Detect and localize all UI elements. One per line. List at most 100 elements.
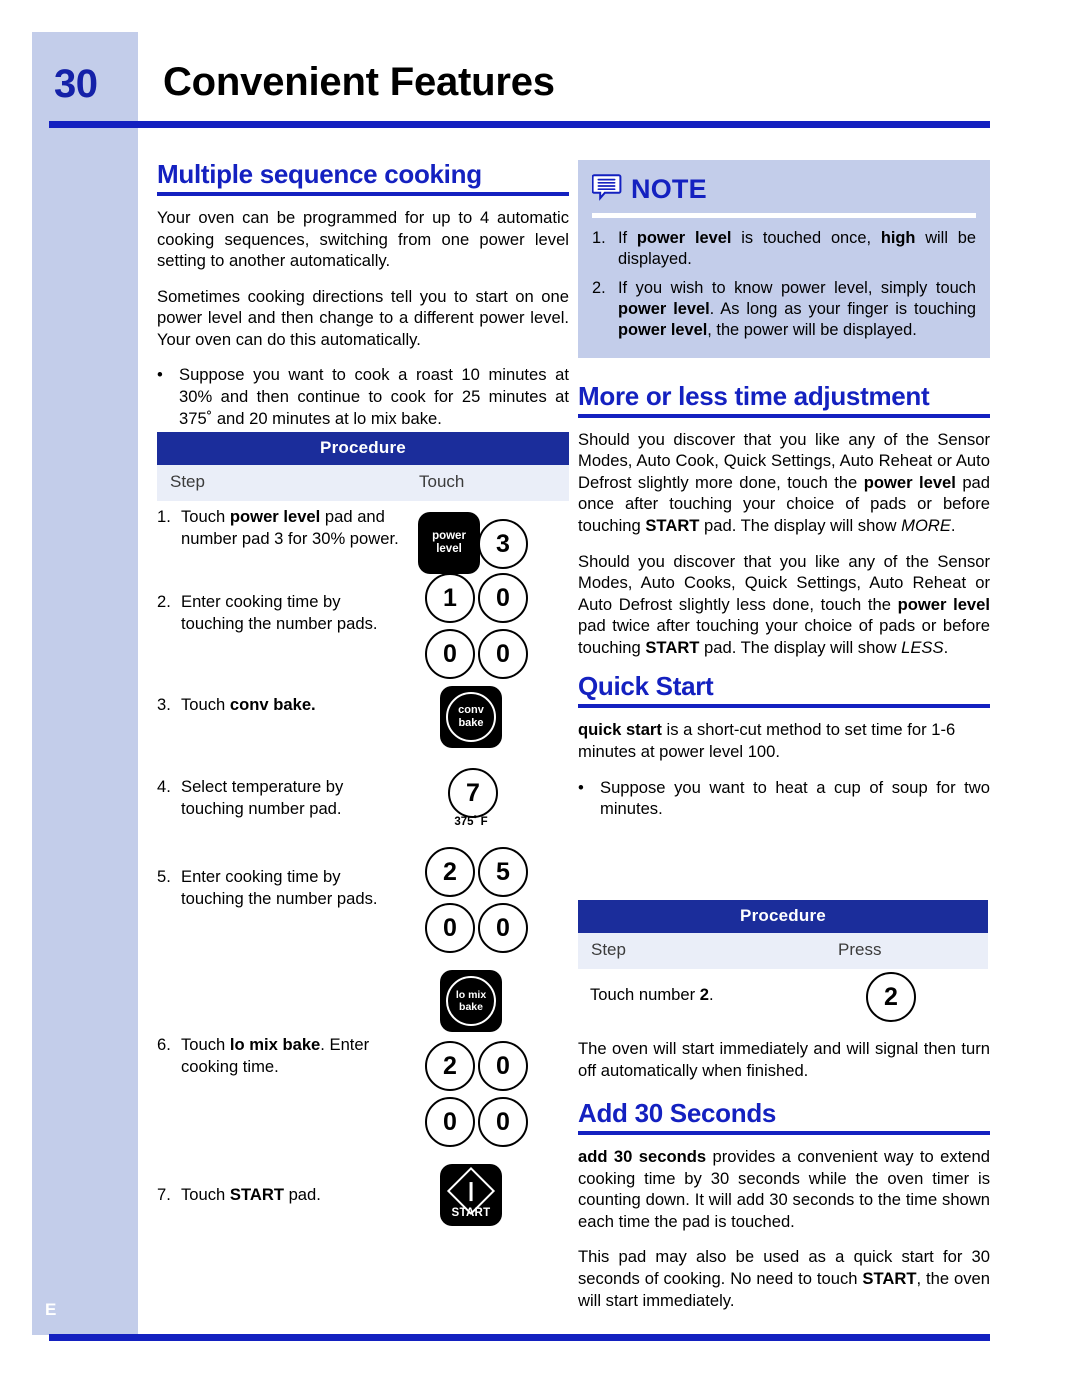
note-item-text: If power level is touched once, high wil… xyxy=(618,229,976,269)
step-number: 3. xyxy=(157,695,171,714)
pad-digit-5[interactable]: 5 xyxy=(478,847,528,897)
pad-digit-0-b[interactable]: 0 xyxy=(425,629,475,679)
section-rule xyxy=(578,704,990,709)
column-header-step: Step xyxy=(591,940,626,959)
procedure-table-title: Procedure xyxy=(157,432,569,465)
note-item-number: 2. xyxy=(592,278,606,297)
pad-conv-bake-line2: bake xyxy=(458,717,484,729)
pad-temperature-caption: 375˚ F xyxy=(454,816,488,828)
pad-digit-2-a[interactable]: 2 xyxy=(425,847,475,897)
procedure-step-4: 4. Select temperature by touching number… xyxy=(157,776,407,819)
pad-digit-2-b[interactable]: 2 xyxy=(425,1041,475,1091)
step-number: 2. xyxy=(157,592,171,611)
pad-lo-mix-bake-line2: bake xyxy=(459,1001,483,1013)
column-header-step: Step xyxy=(170,472,205,491)
paragraph-msc-2: Sometimes cooking directions tell you to… xyxy=(157,286,569,349)
step-text: Touch power level pad and number pad 3 f… xyxy=(181,507,399,548)
pad-digit-0-f[interactable]: 0 xyxy=(478,1041,528,1091)
pad-digit-0-h[interactable]: 0 xyxy=(478,1097,528,1147)
pad-conv-bake-line1: conv xyxy=(458,704,484,717)
paragraph-less: Should you discover that you like any of… xyxy=(578,551,990,657)
pad-lo-mix-bake-line1: lo mix xyxy=(455,988,487,1001)
page-side-band xyxy=(32,32,138,1335)
step-number: 5. xyxy=(157,867,171,886)
note-item-1: 1. If power level is touched once, high … xyxy=(592,228,976,271)
paragraph-more: Should you discover that you like any of… xyxy=(578,429,991,535)
right-column: NOTE 1. If power level is touched once, … xyxy=(578,160,990,830)
header-rule xyxy=(49,121,990,128)
procedure-table-subhead: Step Press xyxy=(578,933,988,969)
note-item-2: 2. If you wish to know power level, simp… xyxy=(592,278,976,342)
bullet-roast-example: • Suppose you want to cook a roast 10 mi… xyxy=(157,364,569,429)
procedure-table-subhead: Step Touch xyxy=(157,465,569,501)
step-number: 1. xyxy=(157,507,171,526)
pad-digit-0-c[interactable]: 0 xyxy=(478,629,528,679)
procedure-row-touch-number: Touch number 2. xyxy=(590,985,714,1004)
step-number: 6. xyxy=(157,1035,171,1054)
section-rule xyxy=(578,413,990,418)
note-rule xyxy=(592,213,976,218)
bullet-text: Suppose you want to cook a roast 10 minu… xyxy=(179,365,569,428)
note-item-text: If you wish to know power level, simply … xyxy=(618,278,976,340)
start-diamond-icon xyxy=(446,1166,496,1216)
step-text: Enter cooking time by touching the numbe… xyxy=(181,867,378,908)
column-header-touch: Touch xyxy=(419,472,465,491)
paragraph-msc-1: Your oven can be programmed for up to 4 … xyxy=(157,208,569,271)
pad-power-level[interactable]: power level xyxy=(418,512,480,574)
section-title-add-30-seconds: Add 30 Seconds xyxy=(578,1098,777,1129)
paragraph-add30-1: add 30 seconds provides a convenient way… xyxy=(578,1147,990,1231)
pad-digit-2-quick-start[interactable]: 2 xyxy=(866,972,916,1022)
procedure-table-left: Procedure Step Touch xyxy=(157,432,569,501)
bullet-marker: • xyxy=(578,777,584,797)
pad-power-level-line1: power xyxy=(432,529,466,542)
pad-digit-1-a[interactable]: 1 xyxy=(425,573,475,623)
side-band-letter: E xyxy=(45,1300,57,1319)
pad-digit-7[interactable]: 7 xyxy=(448,768,498,818)
step-text: Select temperature by touching number pa… xyxy=(181,777,344,818)
step-text: Touch START pad. xyxy=(181,1185,321,1204)
procedure-step-2: 2. Enter cooking time by touching the nu… xyxy=(157,591,407,634)
section-rule xyxy=(157,192,569,197)
note-header: NOTE xyxy=(591,172,976,207)
pad-power-level-line2: level xyxy=(436,543,462,555)
step-text: Touch lo mix bake. Enter cooking time. xyxy=(181,1035,370,1076)
page-title: Convenient Features xyxy=(163,60,555,104)
pad-conv-bake[interactable]: conv bake xyxy=(440,686,502,748)
pad-digit-0-g[interactable]: 0 xyxy=(425,1097,475,1147)
paragraph-add30-2: This pad may also be used as a quick sta… xyxy=(578,1247,990,1310)
pad-digit-0-a[interactable]: 0 xyxy=(478,573,528,623)
right-column-lower: The oven will start immediately and will… xyxy=(578,1038,990,1311)
paragraph-quick-start: quick start is a short-cut method to set… xyxy=(578,720,956,762)
procedure-step-1: 1. Touch power level pad and number pad … xyxy=(157,506,407,549)
pad-lo-mix-bake[interactable]: lo mix bake xyxy=(440,970,502,1032)
document-page: E 30 Convenient Features Multiple sequen… xyxy=(0,0,1080,1397)
note-list: 1. If power level is touched once, high … xyxy=(592,228,976,342)
procedure-table-title: Procedure xyxy=(578,900,988,933)
procedure-step-7: 7. Touch START pad. xyxy=(157,1184,407,1206)
column-header-press: Press xyxy=(838,940,882,959)
procedure-table-right: Procedure Step Press xyxy=(578,900,988,969)
bullet-marker: • xyxy=(157,365,163,385)
pad-start[interactable]: START xyxy=(440,1164,502,1226)
procedure-step-6: 6. Touch lo mix bake. Enter cooking time… xyxy=(157,1034,407,1077)
note-box: NOTE 1. If power level is touched once, … xyxy=(578,160,990,358)
note-bubble-icon xyxy=(591,172,622,207)
step-text: Enter cooking time by touching the numbe… xyxy=(181,592,378,633)
section-rule xyxy=(578,1131,990,1136)
section-title-quick-start: Quick Start xyxy=(578,671,714,702)
step-number: 7. xyxy=(157,1185,171,1204)
paragraph-quick-start-closing: The oven will start immediately and will… xyxy=(578,1039,990,1080)
footer-rule xyxy=(49,1334,990,1341)
pad-digit-3[interactable]: 3 xyxy=(478,519,528,569)
section-title-more-or-less: More or less time adjustment xyxy=(578,380,930,411)
note-item-number: 1. xyxy=(592,229,606,247)
step-number: 4. xyxy=(157,777,171,796)
step-text: Touch conv bake. xyxy=(181,695,316,714)
note-title: NOTE xyxy=(631,174,707,204)
left-column: Multiple sequence cooking Your oven can … xyxy=(157,159,569,439)
procedure-step-3: 3. Touch conv bake. xyxy=(157,694,407,716)
pad-digit-0-d[interactable]: 0 xyxy=(425,903,475,953)
bullet-text: Suppose you want to heat a cup of soup f… xyxy=(600,777,990,819)
bullet-soup-example: • Suppose you want to heat a cup of soup… xyxy=(578,777,990,820)
pad-digit-0-e[interactable]: 0 xyxy=(478,903,528,953)
